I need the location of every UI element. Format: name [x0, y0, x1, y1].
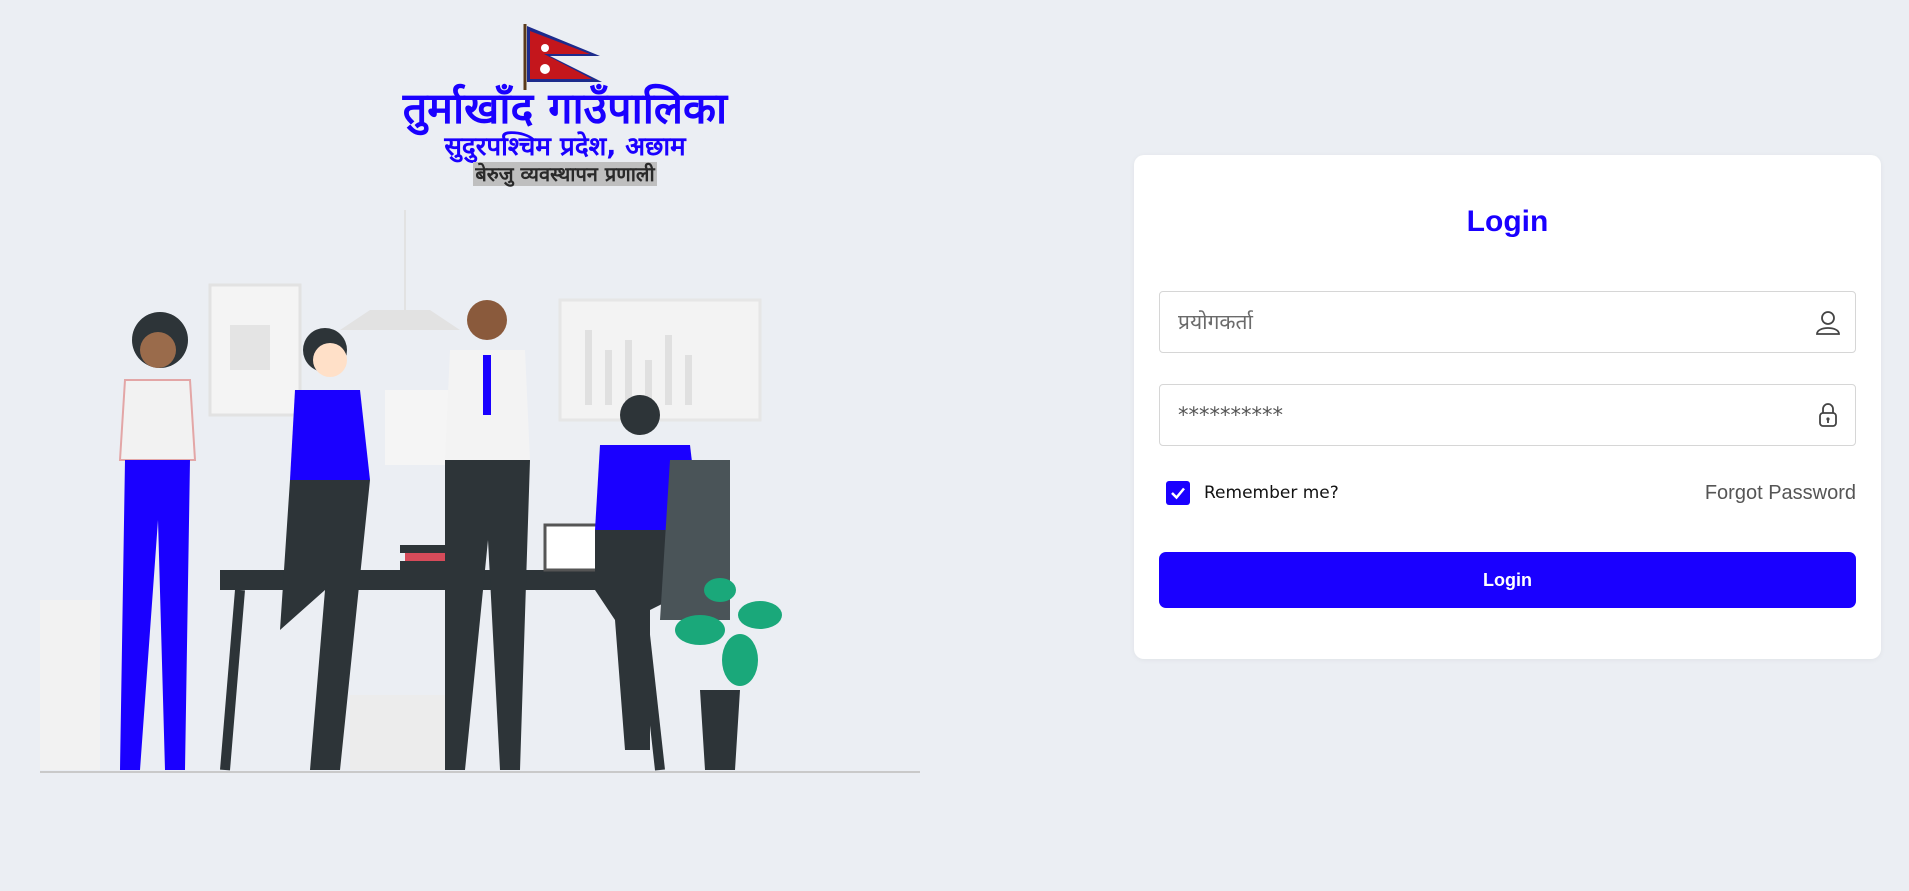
province-name: सुदुरपश्चिम प्रदेश, अछाम: [444, 132, 686, 162]
remember-checkbox[interactable]: [1166, 481, 1190, 505]
login-title: Login: [1466, 205, 1549, 238]
login-card: Login Remember me? Forgot Password Login: [1134, 155, 1881, 659]
nepal-flag-icon: [523, 24, 602, 90]
username-input[interactable]: [1160, 292, 1816, 352]
remember-label: Remember me?: [1204, 483, 1339, 503]
check-icon: [1171, 487, 1185, 500]
login-button[interactable]: Login: [1159, 552, 1856, 608]
forgot-password-link[interactable]: Forgot Password: [1705, 482, 1856, 505]
password-input[interactable]: [1160, 385, 1816, 445]
municipality-name: तुर्माखाँद गाउँपालिका: [402, 84, 728, 134]
user-icon: [1816, 311, 1840, 335]
lock-icon: [1819, 403, 1837, 427]
branding-panel: तुर्माखाँद गाउँपालिका सुदुरपश्चिम प्रदेश…: [0, 0, 1000, 891]
password-field[interactable]: [1159, 384, 1856, 446]
remember-me[interactable]: Remember me?: [1166, 481, 1339, 505]
office-team-illustration: [40, 210, 920, 773]
branding-header: तुर्माखाँद गाउँपालिका सुदुरपश्चिम प्रदेश…: [330, 20, 800, 186]
system-name: बेरुजु व्यवस्थापन प्रणाली: [473, 162, 657, 186]
username-field[interactable]: [1159, 291, 1856, 353]
